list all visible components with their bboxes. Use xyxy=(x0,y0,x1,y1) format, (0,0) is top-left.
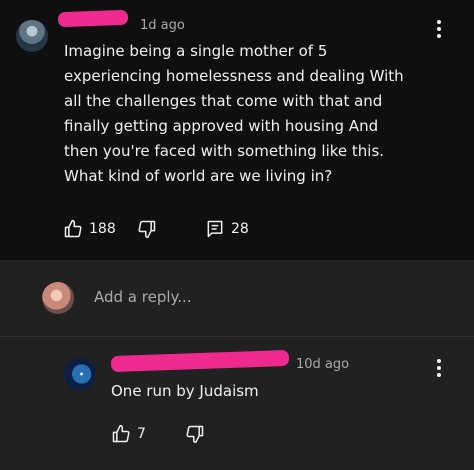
dislike-button[interactable] xyxy=(137,219,157,239)
reply-avatar[interactable] xyxy=(64,358,96,390)
thumb-down-icon xyxy=(137,219,157,239)
replies-icon xyxy=(205,219,225,239)
comment-text: Imagine being a single mother of 5 exper… xyxy=(64,42,404,185)
commenter-avatar[interactable] xyxy=(16,20,48,52)
reply-dislike-button[interactable] xyxy=(185,424,205,444)
thumb-up-icon xyxy=(111,424,131,444)
reply-like-count: 7 xyxy=(137,426,146,442)
reply-timestamp: 10d ago xyxy=(296,357,350,372)
comment-timestamp: 1d ago xyxy=(140,18,185,33)
thumb-up-icon xyxy=(63,219,83,239)
thumb-down-icon xyxy=(185,424,205,444)
current-user-avatar xyxy=(42,282,74,314)
redacted-username xyxy=(57,9,129,28)
like-count: 188 xyxy=(89,221,116,237)
replies-button[interactable]: 28 xyxy=(205,219,249,239)
add-reply-input[interactable]: Add a reply... xyxy=(94,288,192,306)
divider xyxy=(0,336,474,337)
more-vert-icon[interactable] xyxy=(432,356,446,380)
like-button[interactable]: 188 xyxy=(63,219,116,239)
reply-text: One run by Judaism xyxy=(111,382,259,400)
more-vert-icon[interactable] xyxy=(432,17,446,41)
top-comment-section: 1d ago Imagine being a single mother of … xyxy=(0,0,474,260)
reply-count: 28 xyxy=(231,221,249,237)
reply-like-button[interactable]: 7 xyxy=(111,424,146,444)
